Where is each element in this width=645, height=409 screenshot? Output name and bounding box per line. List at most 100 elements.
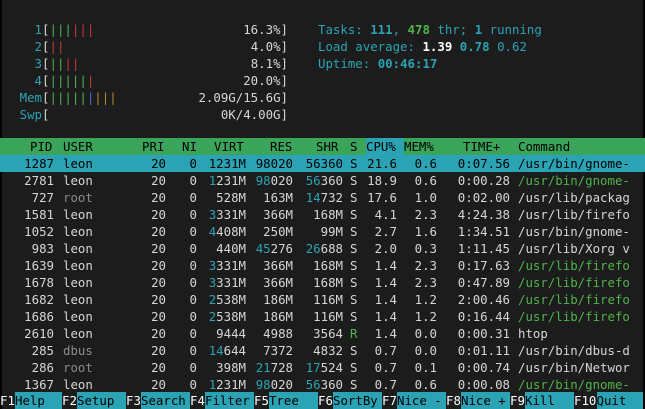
- function-key-bar: F1 Help F2 Setup F3 Search F4 Filter F5 Tree F6 Sor…: [0, 392, 645, 409]
- cell-cmd: /usr/lib/firefo: [518, 292, 630, 307]
- footer-key-f4: F4: [190, 393, 205, 408]
- col-ni[interactable]: NI: [182, 138, 197, 155]
- footer-kill-button[interactable]: Kill: [525, 392, 574, 409]
- cell-virt: 1231M: [208, 173, 246, 188]
- cell-pri: 20: [151, 360, 166, 375]
- process-row[interactable]: 1367 leon 20 0 1231M 98020 56360 S 0.7 0.6 0:00.08…: [0, 376, 645, 393]
- cell-virt: 2538M: [208, 309, 246, 324]
- footer-nice-button[interactable]: Nice +: [461, 392, 510, 409]
- cell-cpu: 1.4: [374, 309, 397, 324]
- cell-user: leon: [63, 292, 93, 307]
- meter-1: 1[|||||| 16.3%]: [8, 21, 298, 38]
- process-row[interactable]: 1052 leon 20 0 4408M 250M 99M S 2.7 1.6 1:34.51/us…: [0, 223, 645, 240]
- cell-s: S: [350, 360, 358, 375]
- footer-tree-button[interactable]: Tree: [269, 392, 318, 409]
- cell-cpu: 2.7: [374, 224, 397, 239]
- process-row[interactable]: 983 leon 20 0 440M 45276 26688 S 2.0 0.3 1:11.45/u…: [0, 240, 645, 257]
- cell-user: leon: [63, 207, 93, 222]
- col-pid[interactable]: PID: [30, 138, 52, 155]
- cell-pid: 983: [31, 241, 54, 256]
- cell-shr: 168M: [313, 275, 343, 290]
- footer-key-f1: F1: [0, 393, 15, 408]
- cell-cmd: /usr/lib/packag: [518, 190, 630, 205]
- meter-swp: Swp[0K/4.00G]: [8, 106, 298, 123]
- col-time[interactable]: TIME+: [463, 138, 500, 155]
- footer-quit-button[interactable]: Quit: [596, 392, 643, 409]
- cell-pri: 20: [151, 207, 166, 222]
- threads-count: 478: [407, 22, 430, 37]
- cell-shr: 56360: [305, 156, 343, 171]
- cell-s: S: [350, 190, 358, 205]
- col-pri[interactable]: PRI: [142, 138, 164, 155]
- footer-key-f7: F7: [382, 393, 397, 408]
- col-mem[interactable]: MEM%: [404, 138, 434, 155]
- cell-shr: 14732: [305, 190, 343, 205]
- cell-time: 0:00.31: [457, 326, 510, 341]
- footer-filter-button[interactable]: Filter: [205, 392, 254, 409]
- cell-virt: 1231M: [208, 156, 246, 171]
- cell-s: S: [350, 343, 358, 358]
- cell-s: S: [350, 377, 358, 392]
- process-row[interactable]: 286 root 20 0 398M 21728 17524 S 0.7 0.1 0:00.74/u…: [0, 359, 645, 376]
- col-res[interactable]: RES: [270, 138, 292, 155]
- col-virt[interactable]: VIRT: [214, 138, 244, 155]
- col-command[interactable]: Command: [518, 138, 570, 155]
- running-label: running: [482, 22, 542, 37]
- process-row[interactable]: 2781 leon 20 0 1231M 98020 56360 S 18.9 0.6 0:00.2…: [0, 172, 645, 189]
- cell-user: leon: [63, 224, 93, 239]
- cell-time: 0:00.08: [457, 377, 510, 392]
- cell-ni: 0: [189, 292, 197, 307]
- process-row[interactable]: 1581 leon 20 0 3331M 366M 168M S 4.1 2.3 4:24.38/u…: [0, 206, 645, 223]
- footer-nice-button[interactable]: Nice -: [397, 392, 446, 409]
- cell-shr: 99M: [320, 224, 343, 239]
- cell-s: S: [350, 224, 358, 239]
- cell-ni: 0: [189, 190, 197, 205]
- process-row[interactable]: 1678 leon 20 0 3331M 366M 168M S 1.4 2.3 0:47.89/u…: [0, 274, 645, 291]
- cell-res: 4988: [263, 326, 293, 341]
- footer-help-button[interactable]: Help: [15, 392, 62, 409]
- col-state[interactable]: S: [350, 138, 357, 155]
- cell-pid: 2781: [24, 173, 54, 188]
- process-row[interactable]: 1639 leon 20 0 3331M 366M 168M S 1.4 2.3 0:17.63/u…: [0, 257, 645, 274]
- meter-mem: Mem[||||||||| 2.09G/15.6G]: [8, 89, 298, 106]
- meter-bar: ||||||: [49, 73, 95, 88]
- process-row[interactable]: 1287 leon 20 0 1231M 98020 56360 S 21.6 0.6 0:07.5…: [0, 155, 645, 172]
- cell-res: 98020: [255, 173, 293, 188]
- meter-value: 4.0%]: [250, 39, 288, 54]
- footer-search-button[interactable]: Search: [141, 392, 190, 409]
- cell-mem: 2.3: [414, 258, 437, 273]
- meter-label: Swp: [19, 107, 42, 122]
- cell-time: 2:00.46: [457, 292, 510, 307]
- process-row[interactable]: 727 root 20 0 528M 163M 14732 S 17.6 1.0 0:02.00/u…: [0, 189, 645, 206]
- process-row[interactable]: 285 dbus 20 0 14644 7372 4832 S 0.7 0.0 0:01.11/us…: [0, 342, 645, 359]
- cell-virt: 440M: [216, 241, 246, 256]
- cell-pid: 1367: [24, 377, 54, 392]
- cell-res: 7372: [263, 343, 293, 358]
- cell-user: leon: [63, 326, 93, 341]
- cell-pri: 20: [151, 258, 166, 273]
- cell-time: 0:07.56: [457, 156, 510, 171]
- cell-ni: 0: [189, 173, 197, 188]
- cell-mem: 1.0: [414, 190, 437, 205]
- process-row[interactable]: 1682 leon 20 0 2538M 186M 116M S 1.4 1.2 2:00.46/u…: [0, 291, 645, 308]
- process-row[interactable]: 1686 leon 20 0 2538M 186M 116M S 1.4 1.2 0:16.44/u…: [0, 308, 645, 325]
- col-shr[interactable]: SHR: [316, 138, 338, 155]
- process-row[interactable]: 2610 leon 20 0 9444 4988 3564 R 1.4 0.0 0:00.31 hto…: [0, 325, 645, 342]
- cell-s: S: [350, 309, 358, 324]
- cell-ni: 0: [189, 275, 197, 290]
- meter-2: 2[|| 4.0%]: [8, 38, 298, 55]
- meter-value: 0K/4.00G]: [220, 107, 288, 122]
- cell-res: 366M: [263, 275, 293, 290]
- cell-ni: 0: [189, 377, 197, 392]
- col-cpu-sorted[interactable]: CPU%: [366, 138, 404, 155]
- uptime-line: Uptime: 00:46:17: [318, 55, 437, 72]
- col-user[interactable]: USER: [63, 138, 93, 155]
- meter-bar: ||||||: [49, 22, 95, 37]
- footer-sortby-button[interactable]: SortBy: [333, 392, 382, 409]
- cell-s: S: [350, 207, 358, 222]
- footer-setup-button[interactable]: Setup: [77, 392, 126, 409]
- cell-virt: 14644: [208, 343, 246, 358]
- meter-label: Mem: [19, 90, 42, 105]
- meter-label: 3: [34, 56, 42, 71]
- cell-cmd: /usr/lib/firefo: [518, 275, 630, 290]
